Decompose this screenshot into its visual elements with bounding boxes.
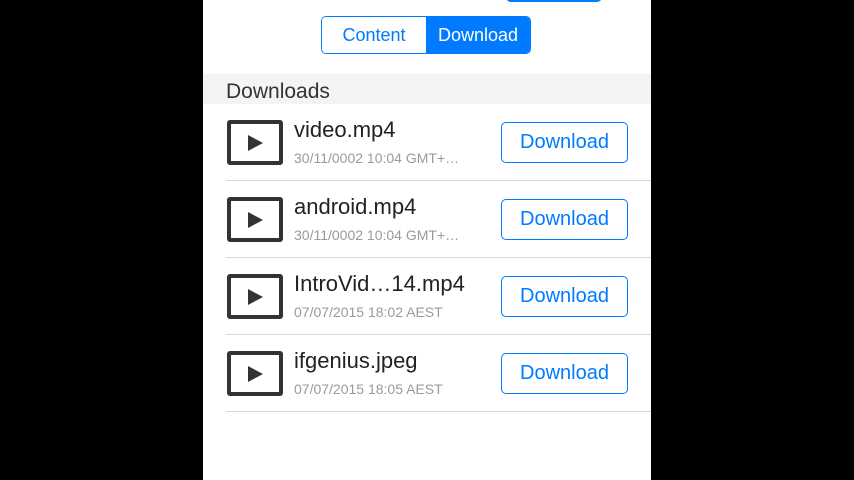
list-item: IntroVid…14.mp4 07/07/2015 18:02 AEST Do… <box>226 258 651 335</box>
file-date: 30/11/0002 10:04 GMT+… <box>294 227 460 243</box>
file-name: android.mp4 <box>294 194 417 219</box>
file-date: 07/07/2015 18:05 AEST <box>294 381 443 397</box>
download-button[interactable]: Download <box>501 276 628 317</box>
play-icon <box>227 197 283 242</box>
section-header: Downloads <box>203 74 651 104</box>
file-date: 30/11/0002 10:04 GMT+… <box>294 150 460 166</box>
download-button[interactable]: Download <box>501 199 628 240</box>
segmented-control: Content Download <box>321 16 531 54</box>
section-title: Downloads <box>226 80 330 103</box>
download-button[interactable]: Download <box>501 122 628 163</box>
list-item: ifgenius.jpeg 07/07/2015 18:05 AEST Down… <box>226 335 651 412</box>
file-date: 07/07/2015 18:02 AEST <box>294 304 443 320</box>
play-icon <box>227 120 283 165</box>
play-icon <box>227 274 283 319</box>
list-item: android.mp4 30/11/0002 10:04 GMT+… Downl… <box>226 181 651 258</box>
tab-download[interactable]: Download <box>426 17 530 53</box>
download-button[interactable]: Download <box>501 353 628 394</box>
tab-content[interactable]: Content <box>322 17 426 53</box>
file-name: IntroVid…14.mp4 <box>294 271 465 296</box>
play-icon <box>227 351 283 396</box>
downloads-list: video.mp4 30/11/0002 10:04 GMT+… Downloa… <box>203 104 651 412</box>
top-partial-button[interactable] <box>506 0 602 2</box>
list-item: video.mp4 30/11/0002 10:04 GMT+… Downloa… <box>226 104 651 181</box>
file-name: ifgenius.jpeg <box>294 348 418 373</box>
file-name: video.mp4 <box>294 117 396 142</box>
app-screen: Content Download Downloads video.mp4 30/… <box>203 0 651 480</box>
